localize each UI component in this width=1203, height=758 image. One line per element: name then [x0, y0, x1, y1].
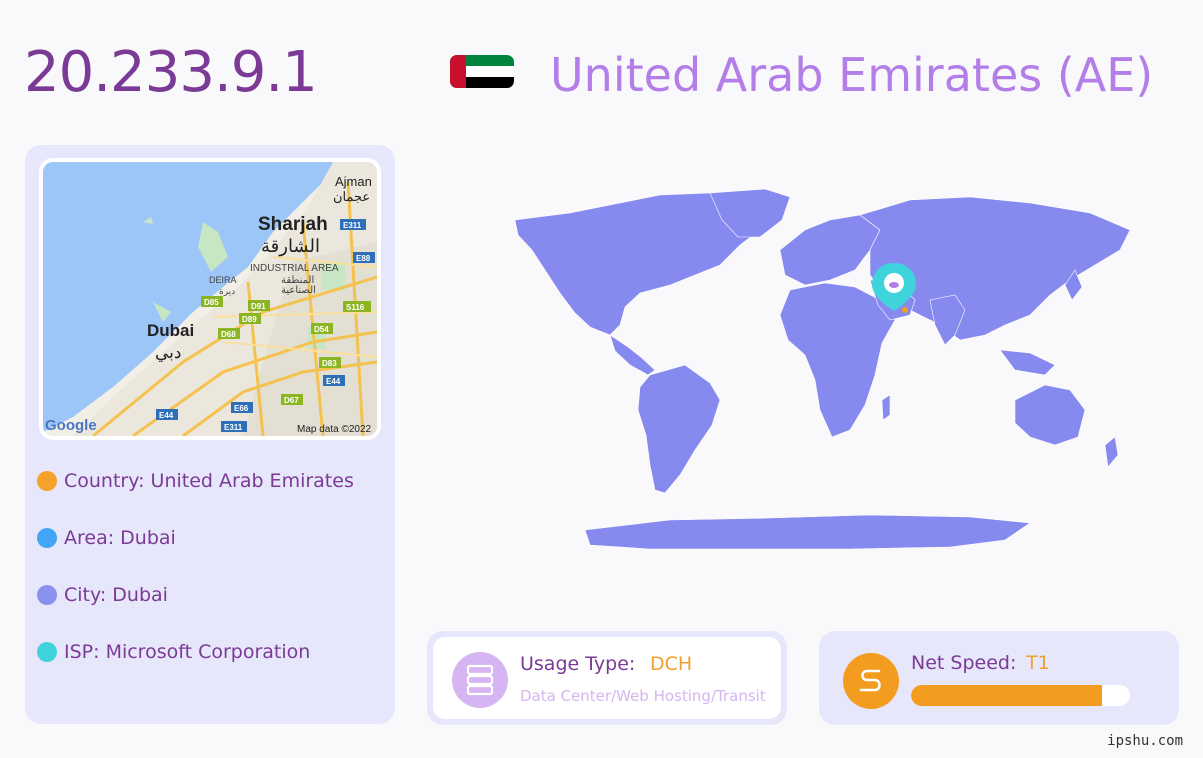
road-shield: E88: [356, 254, 371, 263]
road-shield: E44: [326, 377, 341, 386]
info-area: Area: Dubai: [37, 527, 176, 549]
info-isp: ISP: Microsoft Corporation: [37, 641, 310, 663]
usage-type-value: DCH: [650, 653, 693, 675]
net-speed-value: T1: [1026, 652, 1050, 674]
map-label: ديرة: [219, 286, 235, 297]
road-shield: D67: [284, 396, 299, 405]
road-shield: D91: [251, 302, 266, 311]
road-shield: E311: [224, 423, 243, 432]
net-speed-bar: [911, 685, 1130, 706]
map-label: الصناعية: [281, 285, 316, 296]
road-shield: D85: [204, 298, 219, 307]
map-label: Sharjah: [258, 214, 328, 235]
map-label: Ajman: [335, 174, 372, 189]
info-city-label: City: Dubai: [64, 584, 168, 606]
orange-dot-icon: [37, 471, 57, 491]
purple-dot-icon: [37, 585, 57, 605]
uae-flag-icon: [450, 55, 514, 88]
road-shield: D54: [314, 325, 329, 334]
info-isp-label: ISP: Microsoft Corporation: [64, 641, 311, 663]
map-label: الشارقة: [261, 236, 320, 257]
usage-type-label: Usage Type:: [520, 653, 636, 675]
server-icon: [452, 652, 508, 708]
net-speed-card: Net Speed: T1: [819, 631, 1179, 725]
map-label: INDUSTRIAL AREA: [250, 263, 339, 274]
google-logo: Google: [45, 417, 97, 434]
speed-route-icon: [843, 653, 899, 709]
usage-type-description: Data Center/Web Hosting/Transit: [520, 687, 766, 705]
map-label: عجمان: [333, 189, 370, 204]
map-label: دبي: [155, 343, 181, 362]
info-country: Country: United Arab Emirates: [37, 470, 354, 492]
world-map: [470, 175, 1160, 575]
info-country-label: Country: United Arab Emirates: [64, 470, 354, 492]
watermark: ipshu.com: [1107, 733, 1183, 749]
road-shield: S116: [346, 303, 365, 312]
info-city: City: Dubai: [37, 584, 168, 606]
map-label: Dubai: [147, 321, 194, 340]
usage-type-card: Usage Type: DCH Data Center/Web Hosting/…: [427, 631, 787, 725]
net-speed-bar-fill: [911, 685, 1102, 706]
map-data-credit: Map data ©2022: [297, 424, 372, 435]
info-area-label: Area: Dubai: [64, 527, 176, 549]
country-title: United Arab Emirates (AE): [550, 48, 1154, 102]
road-shield: D83: [322, 359, 337, 368]
road-shield: E44: [159, 411, 174, 420]
map-label: DEIRA: [209, 275, 237, 285]
location-panel: E311 E88 D85 D91 D89 D68 S116 D54 D83 E4…: [25, 145, 395, 724]
teal-dot-icon: [37, 642, 57, 662]
road-shield: E311: [343, 221, 362, 230]
ip-address: 20.233.9.1: [24, 40, 318, 105]
road-shield: E66: [234, 404, 249, 413]
net-speed-label: Net Speed:: [911, 652, 1017, 674]
road-shield: D68: [221, 330, 236, 339]
blue-dot-icon: [37, 528, 57, 548]
road-shield: D89: [242, 315, 257, 324]
city-map[interactable]: E311 E88 D85 D91 D89 D68 S116 D54 D83 E4…: [39, 158, 381, 440]
